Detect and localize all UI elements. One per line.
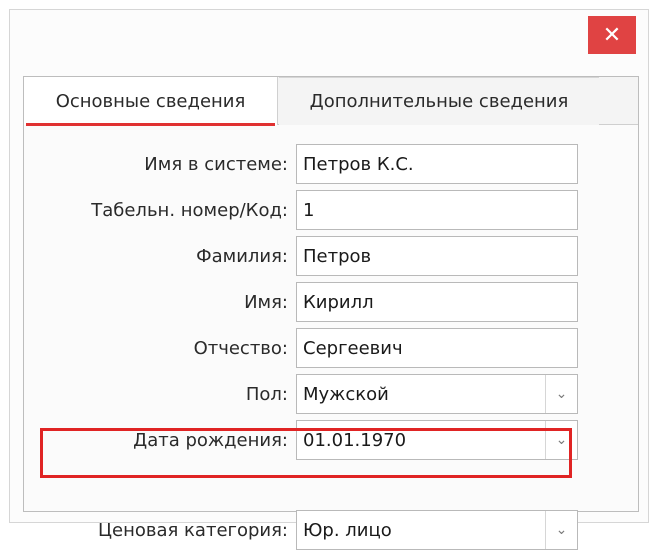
employee-panel: Основные сведения Дополнительные сведени… xyxy=(23,76,639,550)
employee-form: Имя в системе: Петров К.С. Табельн. номе… xyxy=(24,77,638,550)
form-row-birth-date: Дата рождения: 01.01.1970 ⌄ xyxy=(24,420,638,460)
dialog-titlebar: ✕ xyxy=(10,10,648,66)
personnel-number-value: 1 xyxy=(303,199,315,221)
middle-name-value: Сергеевич xyxy=(303,337,403,359)
form-row-middle-name: Отчество: Сергеевич xyxy=(24,328,638,368)
personnel-number-label: Табельн. номер/Код: xyxy=(91,199,288,221)
first-name-field[interactable]: Кирилл xyxy=(296,282,578,322)
form-row-first-name: Имя: Кирилл xyxy=(24,282,638,322)
login-name-label: Имя в системе: xyxy=(144,153,288,175)
form-row-price-category: Ценовая категория: Юр. лицо ⌄ xyxy=(24,510,638,550)
last-name-value: Петров xyxy=(303,245,372,267)
middle-name-field[interactable]: Сергеевич xyxy=(296,328,578,368)
gender-select[interactable]: Мужской ⌄ xyxy=(296,374,578,414)
close-icon: ✕ xyxy=(602,22,622,48)
chevron-down-icon: ⌄ xyxy=(555,432,568,448)
personnel-number-field[interactable]: 1 xyxy=(296,190,578,230)
last-name-field[interactable]: Петров xyxy=(296,236,578,276)
form-row-gender: Пол: Мужской ⌄ xyxy=(24,374,638,414)
gender-label: Пол: xyxy=(245,383,288,405)
first-name-value: Кирилл xyxy=(303,291,374,313)
chevron-down-icon: ⌄ xyxy=(555,386,568,402)
birth-date-dropdown-button[interactable]: ⌄ xyxy=(545,421,577,459)
birth-date-value: 01.01.1970 xyxy=(303,429,407,451)
gender-value: Мужской xyxy=(303,383,389,405)
chevron-down-icon: ⌄ xyxy=(555,522,568,538)
form-row-login-name: Имя в системе: Петров К.С. xyxy=(24,144,638,184)
form-row-last-name: Фамилия: Петров xyxy=(24,236,638,276)
close-button[interactable]: ✕ xyxy=(588,16,636,54)
first-name-label: Имя: xyxy=(244,291,288,313)
gender-dropdown-button[interactable]: ⌄ xyxy=(545,375,577,413)
price-category-value: Юр. лицо xyxy=(303,519,392,541)
dialog-window: ✕ Основные сведения Дополнительные сведе… xyxy=(9,9,649,550)
login-name-field[interactable]: Петров К.С. xyxy=(296,144,578,184)
middle-name-label: Отчество: xyxy=(193,337,288,359)
birth-date-label: Дата рождения: xyxy=(133,429,288,451)
form-row-personnel-number: Табельн. номер/Код: 1 xyxy=(24,190,638,230)
price-category-dropdown-button[interactable]: ⌄ xyxy=(545,511,577,549)
last-name-label: Фамилия: xyxy=(196,245,288,267)
price-category-label: Ценовая категория: xyxy=(98,519,288,541)
price-category-select[interactable]: Юр. лицо ⌄ xyxy=(296,510,578,550)
birth-date-select[interactable]: 01.01.1970 ⌄ xyxy=(296,420,578,460)
login-name-value: Петров К.С. xyxy=(303,153,414,175)
